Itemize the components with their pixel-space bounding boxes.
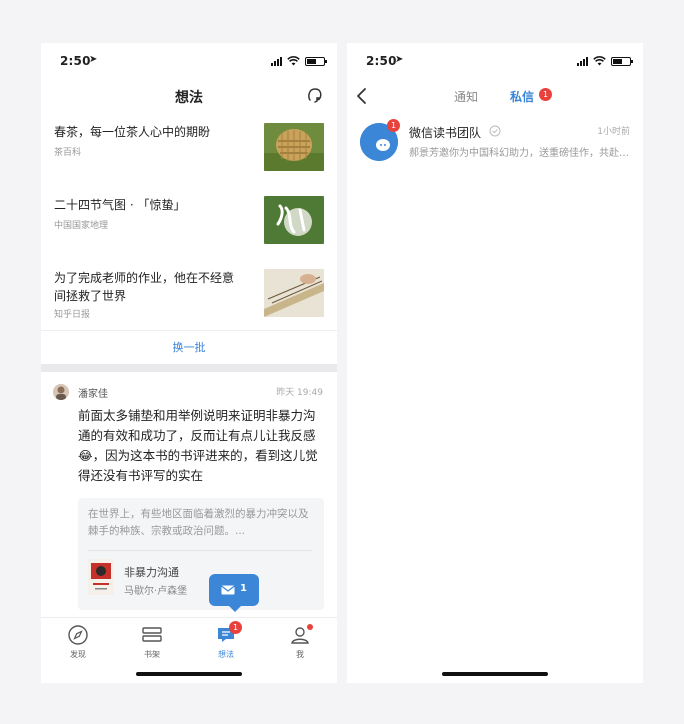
tab-label: 想法: [218, 650, 234, 659]
quote-text: 在世界上，有些地区面临着激烈的暴力冲突以及棘手的种族、宗教或政治问题。...: [88, 508, 309, 537]
article-title: 春茶，每一位茶人心中的期盼: [54, 125, 211, 139]
conversation-badge: 1: [387, 119, 400, 132]
status-time: 2:50: [366, 54, 397, 68]
idea-post[interactable]: 潘家佳 昨天 19:49 前面太多铺垫和用举例说明来证明非暴力沟通的有效和成功了…: [41, 372, 337, 617]
article-item[interactable]: 为了完成老师的作业，他在不经意间拯救了世界 知乎日报: [41, 261, 337, 330]
tab-label: 我: [296, 650, 304, 659]
wifi-icon: [593, 56, 606, 66]
section-divider: [41, 364, 337, 372]
conversation-name: 微信读书团队: [409, 126, 482, 140]
bookshelf-icon: [142, 627, 162, 642]
article-thumbnail: [264, 123, 324, 171]
book-author: 马歇尔·卢森堡: [124, 586, 188, 597]
tab-me[interactable]: 我: [270, 624, 330, 660]
post-time: 昨天 19:49: [276, 388, 323, 398]
book-title: 非暴力沟通: [124, 566, 179, 579]
headset-icon[interactable]: [305, 85, 325, 105]
tab-label: 发现: [70, 650, 86, 659]
article-item[interactable]: 二十四节气图 · 「惊蛰」 中国国家地理: [41, 188, 337, 260]
status-time: 2:50: [60, 54, 91, 68]
home-indicator: [136, 672, 242, 676]
envelope-icon: [221, 585, 235, 595]
tab-discover[interactable]: 发现: [48, 624, 108, 660]
article-thumbnail: [264, 269, 324, 317]
divider: [88, 550, 312, 551]
article-item[interactable]: 春茶，每一位茶人心中的期盼 茶百科: [41, 115, 337, 187]
tab-label: 书架: [144, 650, 160, 659]
tab-ideas[interactable]: 想法 1: [196, 621, 256, 660]
compass-icon: [68, 625, 88, 645]
conversation-item[interactable]: 1 微信读书团队 1小时前 郝景芳邀你为中国科幻助力，送重磅佳作，共赴科幻盛宴: [347, 115, 643, 171]
message-notification-bubble[interactable]: 1: [209, 574, 259, 612]
location-arrow-icon: ➤: [89, 54, 98, 65]
private-messages-badge: 1: [539, 88, 552, 101]
book-quote-card[interactable]: 在世界上，有些地区面临着激烈的暴力冲突以及棘手的种族、宗教或政治问题。... 非…: [78, 498, 324, 610]
battery-icon: [305, 56, 327, 66]
avatar[interactable]: [53, 384, 69, 400]
wifi-icon: [287, 56, 300, 66]
page-title: 想法: [175, 90, 203, 106]
article-source: 中国国家地理: [54, 221, 109, 231]
book-cover: [88, 559, 114, 595]
verified-check-icon: [489, 125, 501, 137]
status-bar: 2:50 ➤: [41, 43, 337, 79]
article-title: 为了完成老师的作业，他在不经意间拯救了世界: [54, 271, 235, 303]
refresh-batch-button[interactable]: 换一批: [41, 330, 337, 364]
tab-bar: 发现 书架 想法 1 我: [41, 617, 337, 683]
battery-icon: [611, 56, 633, 66]
article-title: 二十四节气图 · 「惊蛰」: [54, 198, 186, 212]
message-count: 1: [240, 583, 247, 594]
tab-bookshelf[interactable]: 书架: [122, 624, 182, 660]
left-screen: 2:50 ➤ 想法 春茶，每一位茶人心中的期盼 茶百科 二十四节气图 · 「惊蛰…: [41, 43, 337, 683]
post-author[interactable]: 潘家佳: [78, 385, 108, 400]
back-arrow-icon[interactable]: [355, 87, 369, 105]
tab-private-messages[interactable]: 私信: [510, 88, 534, 105]
post-text: 前面太多铺垫和用举例说明来证明非暴力沟通的有效和成功了，反而让有点儿让我反感😂，…: [78, 408, 318, 483]
status-bar: 2:50 ➤: [347, 43, 643, 79]
home-indicator: [442, 672, 548, 676]
right-screen: 2:50 ➤ 通知 私信 1 1 微信读书团队 1小时前 郝景芳邀你为中国科幻助…: [347, 43, 643, 683]
ideas-badge: 1: [229, 621, 242, 634]
article-thumbnail: [264, 196, 324, 244]
nav-bar: 通知 私信 1: [347, 79, 643, 115]
conversation-time: 1小时前: [597, 127, 630, 137]
cellular-signal-icon: [577, 56, 588, 66]
nav-bar: 想法: [41, 79, 337, 115]
location-arrow-icon: ➤: [395, 54, 404, 65]
conversation-preview: 郝景芳邀你为中国科幻助力，送重磅佳作，共赴科幻盛宴: [409, 148, 631, 159]
me-notification-dot: [307, 624, 313, 630]
article-source: 知乎日报: [54, 310, 91, 320]
cellular-signal-icon: [271, 56, 282, 66]
tab-notifications[interactable]: 通知: [454, 88, 478, 105]
article-source: 茶百科: [54, 148, 82, 158]
